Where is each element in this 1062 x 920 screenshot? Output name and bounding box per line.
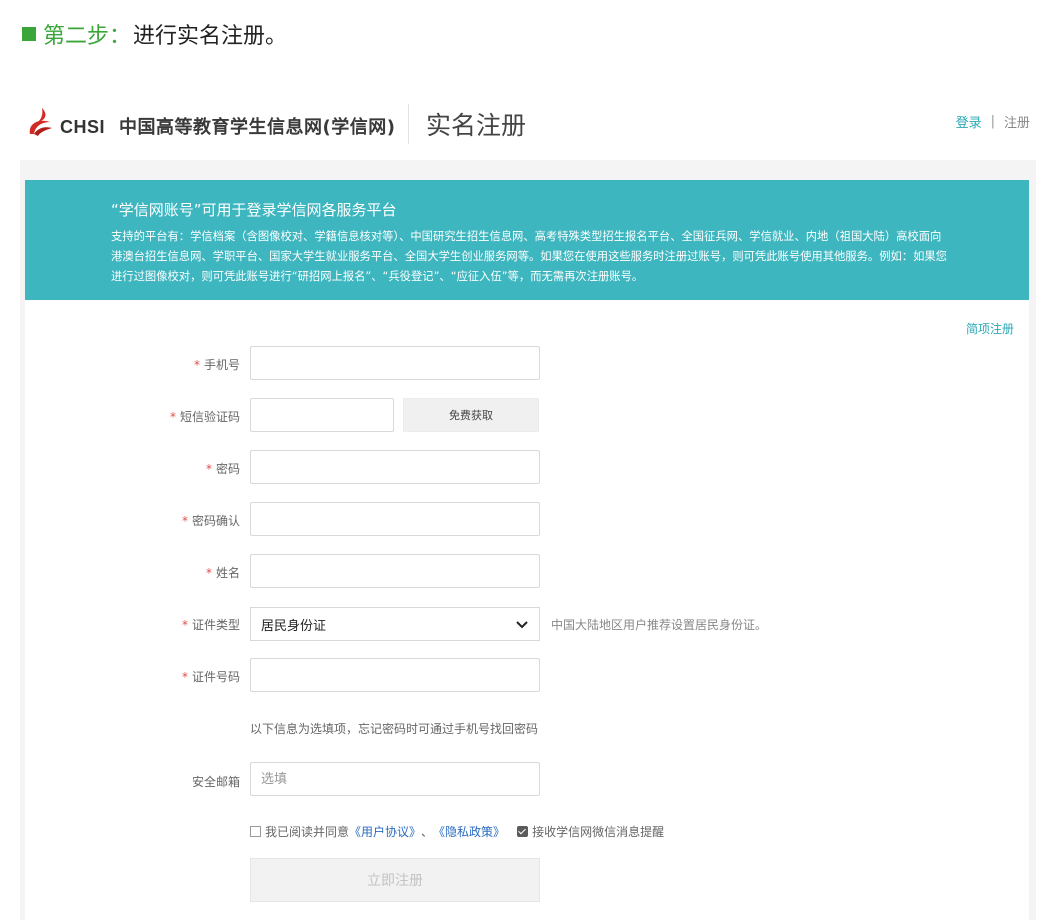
optional-note: 以下信息为选填项，忘记密码时可通过手机号找回密码 [250, 722, 539, 736]
site-name: 中国高等教育学生信息网(学信网) [119, 117, 396, 138]
register-link[interactable]: 注册 [1004, 112, 1030, 131]
step-text: 进行实名注册。 [133, 24, 288, 49]
password-label: * 密码 [70, 460, 240, 477]
id-type-label-text: 证件类型 [191, 618, 240, 632]
chevron-down-icon [516, 621, 528, 629]
step-heading: 第二步： 进行实名注册。 [22, 16, 287, 52]
step-prefix: 第二步： [43, 24, 132, 49]
required-mark: * [181, 670, 188, 684]
password-label-text: 密码 [215, 462, 240, 476]
email-input[interactable] [250, 762, 540, 796]
wechat-notice-checkbox[interactable] [517, 826, 529, 837]
logo-text: CHSI [60, 116, 106, 137]
email-label: 安全邮箱 [70, 773, 240, 790]
privacy-policy-link[interactable]: 《隐私政策》 [433, 823, 505, 840]
confirm-password-input[interactable] [250, 502, 540, 536]
sms-code-input[interactable] [250, 398, 394, 432]
submit-register-button[interactable]: 立即注册 [250, 858, 540, 902]
id-type-hint: 中国大陆地区用户推荐设置居民身份证。 [551, 618, 768, 632]
chsi-torch-logo [29, 108, 52, 136]
info-banner: “学信网账号”可用于登录学信网各服务平台 支持的平台有：学信档案（含图像校对、学… [25, 180, 1029, 300]
quick-register-link[interactable]: 简项注册 [966, 320, 1014, 337]
site-logo[interactable]: CHSI 中国高等教育学生信息网(学信网) [24, 104, 395, 140]
id-type-select[interactable]: 居民身份证 [250, 607, 540, 641]
password-input[interactable] [250, 450, 540, 484]
email-label-text: 安全邮箱 [191, 775, 240, 789]
get-sms-code-button[interactable]: 免费获取 [403, 398, 539, 432]
id-type-selected: 居民身份证 [261, 618, 327, 634]
sms-code-label-text: 短信验证码 [179, 410, 240, 424]
required-mark: * [205, 462, 212, 476]
wechat-notice-label: 接收学信网微信消息提醒 [532, 825, 665, 839]
id-number-label-text: 证件号码 [191, 670, 240, 684]
top-links: 登录 | 注册 [956, 112, 1030, 131]
required-mark: * [181, 618, 188, 632]
phone-input[interactable] [250, 346, 540, 380]
id-number-label: * 证件号码 [70, 668, 240, 685]
login-link[interactable]: 登录 [956, 112, 982, 131]
name-label-text: 姓名 [215, 566, 240, 580]
id-number-input[interactable] [250, 658, 540, 692]
phone-label: * 手机号 [70, 356, 240, 373]
header-divider [408, 104, 409, 144]
agree-separator: 、 [421, 825, 434, 839]
id-type-label: * 证件类型 [70, 616, 240, 633]
confirm-password-label-text: 密码确认 [191, 514, 240, 528]
agree-checkbox[interactable] [250, 826, 261, 837]
required-mark: * [193, 358, 200, 372]
name-input[interactable] [250, 554, 540, 588]
square-bullet-icon [22, 27, 36, 41]
user-agreement-link[interactable]: 《用户协议》 [349, 823, 421, 840]
required-mark: * [169, 410, 176, 424]
phone-label-text: 手机号 [203, 358, 240, 372]
required-mark: * [205, 566, 212, 580]
sms-code-label: * 短信验证码 [70, 408, 240, 425]
banner-title: “学信网账号”可用于登录学信网各服务平台 [111, 201, 397, 219]
link-separator: | [990, 114, 995, 129]
agreement-row: 我已阅读并同意 《用户协议》 、 《隐私政策》 接收学信网微信消息提醒 [250, 823, 664, 840]
page-title: 实名注册 [426, 111, 527, 140]
name-label: * 姓名 [70, 564, 240, 581]
required-mark: * [181, 514, 188, 528]
agree-prefix: 我已阅读并同意 [265, 825, 350, 839]
confirm-password-label: * 密码确认 [70, 512, 240, 529]
banner-body: 支持的平台有：学信档案（含图像校对、学籍信息核对等）、中国研究生招生信息网、高考… [111, 230, 947, 283]
